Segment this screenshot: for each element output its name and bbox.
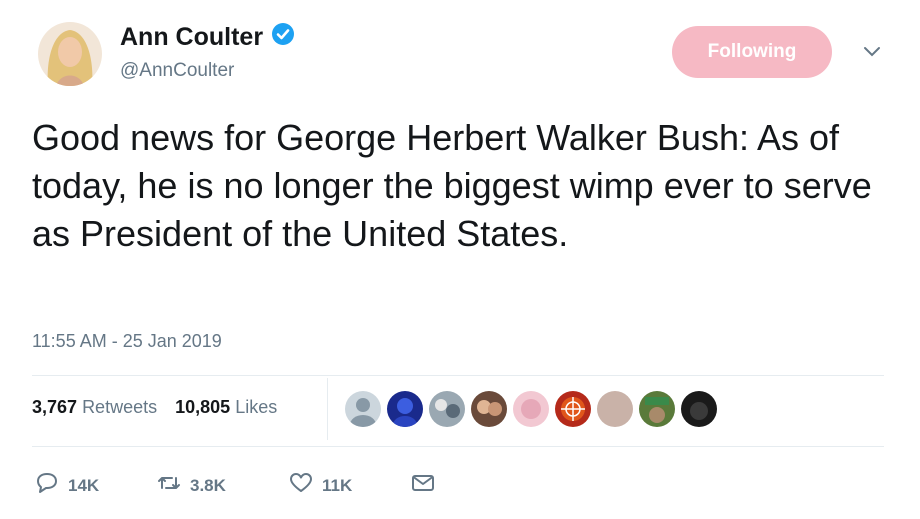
heart-icon — [288, 470, 314, 501]
liker-avatar[interactable] — [639, 391, 675, 427]
engagement-stats: 3,767 Retweets 10,805 Likes — [32, 397, 277, 418]
like-count: 11K — [322, 475, 353, 495]
reply-icon — [34, 470, 60, 501]
liker-avatar[interactable] — [513, 391, 549, 427]
retweets-count: 3,767 — [32, 397, 78, 417]
liker-avatar[interactable] — [555, 391, 591, 427]
display-name[interactable]: Ann Coulter — [120, 22, 295, 53]
retweet-button[interactable]: 3.8K — [156, 470, 288, 501]
liker-avatar[interactable] — [681, 391, 717, 427]
retweet-count: 3.8K — [190, 475, 226, 495]
retweet-icon — [156, 470, 182, 501]
chevron-down-icon[interactable] — [860, 42, 884, 62]
liker-avatar[interactable] — [345, 391, 381, 427]
liker-avatar[interactable] — [387, 391, 423, 427]
direct-message-button[interactable] — [410, 470, 436, 501]
like-button[interactable]: 11K — [288, 470, 410, 501]
likes-count: 10,805 — [175, 397, 231, 417]
reply-button[interactable]: 14K — [34, 470, 156, 501]
tweet-text: Good news for George Herbert Walker Bush… — [32, 117, 872, 254]
likes-label: Likes — [235, 397, 278, 417]
avatar[interactable] — [38, 22, 102, 86]
likes-stat[interactable]: 10,805 Likes — [175, 397, 277, 418]
verified-badge-icon — [271, 22, 295, 53]
reply-count: 14K — [68, 475, 100, 495]
stats-separator — [327, 378, 328, 440]
tweet-timestamp[interactable]: 11:55 AM - 25 Jan 2019 — [32, 331, 222, 352]
liker-avatars — [345, 391, 717, 427]
liker-avatar[interactable] — [429, 391, 465, 427]
display-name-text[interactable]: Ann Coulter — [120, 23, 263, 52]
envelope-icon — [410, 470, 436, 501]
divider — [32, 446, 884, 447]
divider — [32, 375, 884, 376]
tweet-actions: 14K 3.8K 11K — [34, 470, 436, 501]
following-button[interactable]: Following — [672, 26, 832, 78]
retweets-label: Retweets — [82, 397, 158, 417]
retweets-stat[interactable]: 3,767 Retweets — [32, 397, 157, 418]
user-handle[interactable]: @AnnCoulter — [120, 60, 234, 82]
liker-avatar[interactable] — [597, 391, 633, 427]
liker-avatar[interactable] — [471, 391, 507, 427]
